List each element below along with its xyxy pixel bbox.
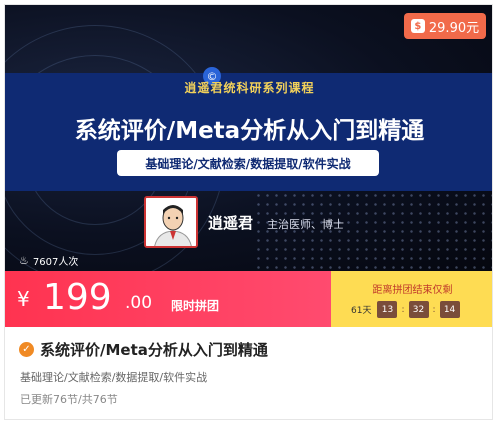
fire-icon: ♨: [19, 254, 29, 267]
price-decimal: .00: [125, 293, 153, 313]
course-update-progress: 已更新76节/共76节: [20, 393, 118, 406]
price-badge: $ 29.90元: [404, 13, 486, 39]
course-card[interactable]: $ 29.90元 © 逍遥君统科研系列课程 系统评价/Meta分析从入门到精通 …: [4, 4, 493, 420]
countdown-hours: 13: [377, 301, 398, 318]
countdown-seconds: 14: [439, 301, 460, 318]
doctor-avatar-icon: [146, 198, 196, 246]
course-title-row[interactable]: ✓ 系统评价/Meta分析从入门到精通: [19, 339, 268, 360]
money-bag-icon: $: [410, 19, 425, 33]
countdown-days: 61天: [351, 306, 372, 316]
countdown-minutes: 32: [408, 301, 429, 318]
limited-group-label: 限时拼团: [171, 299, 220, 313]
currency-symbol: ¥: [17, 287, 30, 311]
verified-check-icon: ✓: [19, 342, 34, 357]
author-title: 主治医师、博士: [267, 218, 344, 231]
cover-main-title: 系统评价/Meta分析从入门到精通: [74, 118, 425, 144]
view-count: ♨ 7607人次: [19, 253, 78, 268]
course-description: 基础理论/文献检索/数据提取/软件实战: [20, 371, 208, 384]
price-integer: 199: [43, 277, 112, 318]
course-cover-image[interactable]: $ 29.90元 © 逍遥君统科研系列课程 系统评价/Meta分析从入门到精通 …: [5, 5, 492, 271]
group-buy-bar[interactable]: ¥ 199 .00 限时拼团 距离拼团结束仅剩 61天 13 : 32 : 14: [5, 271, 492, 327]
countdown-area: 距离拼团结束仅剩 61天 13 : 32 : 14: [331, 271, 492, 327]
view-count-text: 7607人次: [32, 257, 79, 268]
promo-price-area: ¥ 199 .00 限时拼团: [5, 271, 331, 327]
series-title: 逍遥君统科研系列课程: [184, 81, 315, 95]
cover-subtitle: 基础理论/文献检索/数据提取/软件实战: [117, 150, 379, 176]
course-info[interactable]: ✓ 系统评价/Meta分析从入门到精通 基础理论/文献检索/数据提取/软件实战 …: [5, 327, 492, 419]
countdown-timer: 61天 13 : 32 : 14: [351, 301, 460, 318]
countdown-label: 距离拼团结束仅剩: [372, 285, 453, 296]
price-badge-text: 29.90元: [428, 20, 480, 36]
author-avatar: [144, 196, 198, 248]
author-name: 逍遥君: [208, 214, 254, 232]
course-title[interactable]: 系统评价/Meta分析从入门到精通: [40, 339, 268, 360]
